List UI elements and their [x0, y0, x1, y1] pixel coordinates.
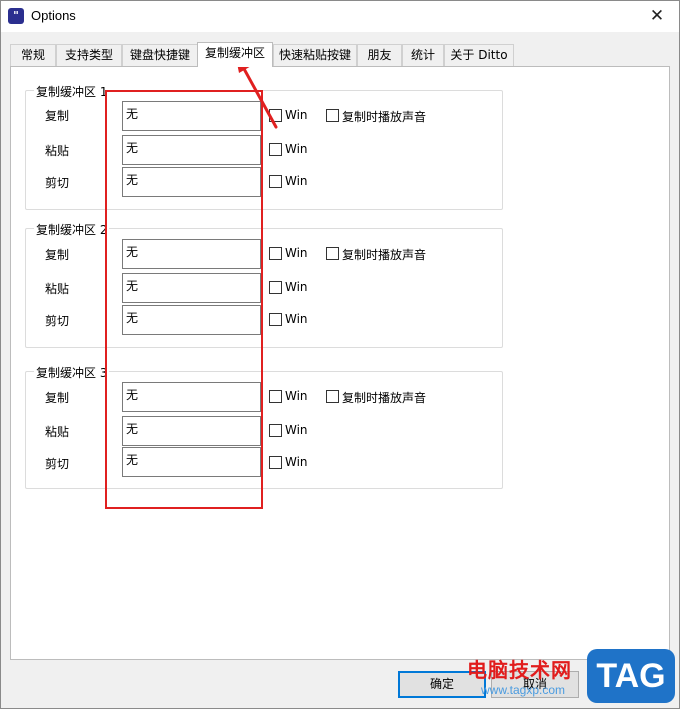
win-checkbox[interactable] — [269, 424, 282, 437]
copy-buffer-group-2 — [25, 228, 503, 348]
tab-general[interactable]: 常规 — [10, 44, 56, 66]
row-label: 粘贴 — [45, 425, 70, 439]
win-label: Win — [285, 246, 308, 260]
tab-about-ditto[interactable]: 关于 Ditto — [444, 44, 514, 66]
play-sound-label: 复制时播放声音 — [342, 110, 427, 124]
highlight-box — [105, 90, 263, 509]
win-label: Win — [285, 108, 308, 122]
watermark-tag-logo: TAG — [587, 649, 675, 703]
close-icon[interactable]: ✕ — [635, 1, 679, 32]
window-title: Options — [31, 8, 76, 23]
ditto-app-icon: " — [8, 8, 24, 24]
tab-copy-buffers[interactable]: 复制缓冲区 — [197, 42, 273, 67]
tab-friends[interactable]: 朋友 — [357, 44, 402, 66]
tab-stats[interactable]: 统计 — [402, 44, 444, 66]
row-label: 剪切 — [45, 314, 70, 328]
win-checkbox[interactable] — [269, 281, 282, 294]
watermark-site-name: 电脑技术网 — [467, 658, 572, 682]
win-checkbox[interactable] — [269, 247, 282, 260]
play-sound-checkbox[interactable] — [326, 390, 339, 403]
win-label: Win — [285, 312, 308, 326]
tab-quick-paste-keys[interactable]: 快速粘贴按键 — [273, 44, 357, 66]
row-label: 粘贴 — [45, 282, 70, 296]
row-label: 复制 — [45, 109, 70, 123]
tab-bar: 常规 支持类型 键盘快捷键 复制缓冲区 快速粘贴按键 朋友 统计 关于 Ditt… — [10, 42, 670, 67]
win-label: Win — [285, 423, 308, 437]
copy-buffer-group-3 — [25, 371, 503, 489]
play-sound-checkbox[interactable] — [326, 109, 339, 122]
tab-keyboard-shortcuts[interactable]: 键盘快捷键 — [122, 44, 198, 66]
tab-supported-types[interactable]: 支持类型 — [56, 44, 122, 66]
play-sound-checkbox[interactable] — [326, 247, 339, 260]
group-title: 复制缓冲区 2 — [34, 221, 110, 238]
win-checkbox[interactable] — [269, 456, 282, 469]
row-label: 复制 — [45, 248, 70, 262]
row-label: 复制 — [45, 391, 70, 405]
row-label: 剪切 — [45, 457, 70, 471]
win-label: Win — [285, 389, 308, 403]
play-sound-label: 复制时播放声音 — [342, 248, 427, 262]
win-checkbox[interactable] — [269, 390, 282, 403]
title-bar[interactable]: " Options ✕ — [1, 1, 679, 32]
win-checkbox[interactable] — [269, 175, 282, 188]
win-label: Win — [285, 280, 308, 294]
win-label: Win — [285, 174, 308, 188]
win-label: Win — [285, 142, 308, 156]
group-title: 复制缓冲区 3 — [34, 364, 110, 381]
watermark-url: www.tagxp.com — [481, 683, 566, 697]
play-sound-label: 复制时播放声音 — [342, 391, 427, 405]
win-checkbox[interactable] — [269, 313, 282, 326]
options-window: " Options ✕ 常规 支持类型 键盘快捷键 复制缓冲区 快速粘贴按键 朋… — [0, 0, 680, 709]
group-title: 复制缓冲区 1 — [34, 83, 110, 100]
win-label: Win — [285, 455, 308, 469]
row-label: 剪切 — [45, 176, 70, 190]
row-label: 粘贴 — [45, 144, 70, 158]
win-checkbox[interactable] — [269, 143, 282, 156]
